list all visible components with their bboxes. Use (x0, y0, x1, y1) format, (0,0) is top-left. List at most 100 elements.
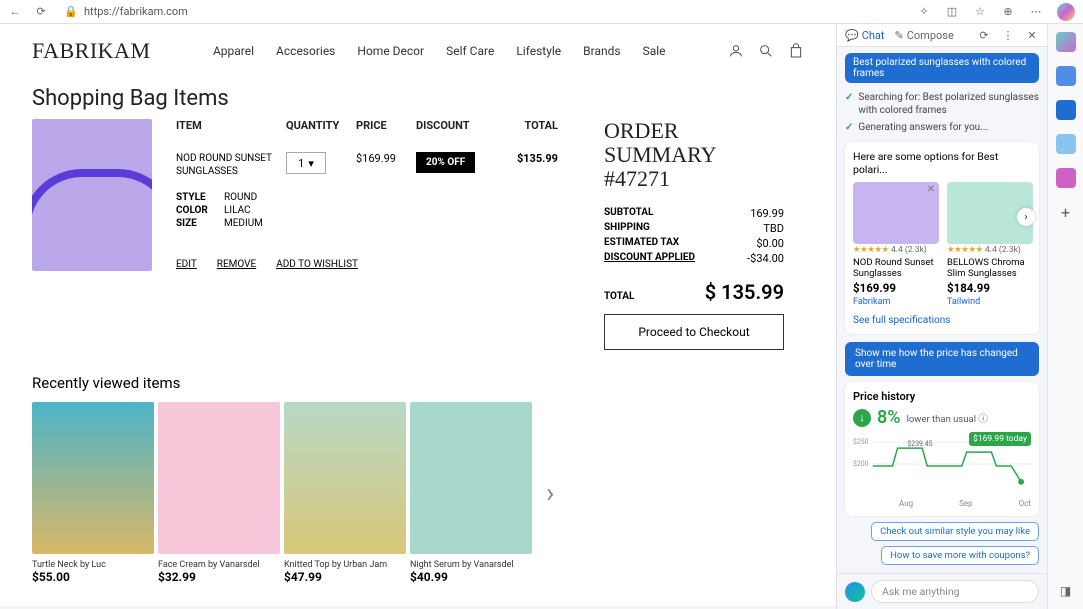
back-icon[interactable]: ← (8, 5, 22, 19)
shipping-label: SHIPPING (604, 222, 650, 235)
see-specs-link[interactable]: See full specifications (853, 315, 1031, 326)
user-message: Best polarized sunglasses with colored f… (845, 53, 1039, 83)
carousel-next-icon[interactable]: › (536, 476, 564, 509)
svg-text:$200: $200 (853, 460, 869, 468)
tag-icon[interactable] (1056, 66, 1076, 86)
more-icon[interactable]: ⋮ (1001, 28, 1015, 42)
discount-label: DISCOUNT APPLIED (604, 252, 695, 265)
cart-total: $135.99 (498, 152, 558, 165)
suggestion-chip[interactable]: Check out similar style you may like (871, 522, 1039, 541)
attr-style-v: ROUND (224, 192, 586, 203)
app-icon[interactable] (1056, 168, 1076, 188)
browser-toolbar: ← ⟳ 🔒 https://fabrikam.com ✧ ◫ ☆ ⊕ ⋯ (0, 0, 1083, 24)
check-icon: ✓ (845, 91, 853, 117)
col-item: ITEM (176, 119, 286, 132)
account-icon[interactable] (728, 43, 744, 59)
subtotal-label: SUBTOTAL (604, 207, 653, 220)
app-icon[interactable] (1056, 134, 1076, 154)
tab-chat[interactable]: 💬 Chat (845, 29, 885, 42)
price-history-card: Price history ↓ 8% lower than usual ⓘ $1… (845, 382, 1039, 516)
price-history-title: Price history (853, 390, 1031, 403)
ask-input[interactable]: Ask me anything (871, 580, 1039, 603)
shipping-value: TBD (763, 222, 784, 235)
attr-size-v: MEDIUM (224, 218, 586, 229)
copilot-sidebar: 💬 Chat ✎ Compose ⟳ ⋮ ✕ Best polarized su… (836, 24, 1047, 609)
recent-item[interactable]: Night Serum by Vanarsdel $40.99 (410, 402, 532, 584)
star-icon: ★★★★★ (947, 245, 983, 255)
recent-item[interactable]: Knitted Top by Urban Jam $47.99 (284, 402, 406, 584)
remove-link[interactable]: REMOVE (217, 259, 256, 270)
recent-image (32, 402, 154, 554)
close-icon[interactable]: ✕ (927, 184, 935, 195)
outlook-icon[interactable] (1056, 100, 1076, 120)
recent-image (158, 402, 280, 554)
more-icon[interactable]: ⋯ (1029, 5, 1043, 19)
favorites-icon[interactable]: ☆ (973, 5, 987, 19)
total-value: $ 135.99 (705, 280, 784, 304)
today-badge: $169.99 today (969, 432, 1031, 446)
copilot-icon[interactable] (1057, 3, 1075, 21)
nav-lifestyle[interactable]: Lifestyle (516, 44, 561, 58)
nav-apparel[interactable]: Apparel (213, 44, 254, 58)
discount-badge: 20% OFF (416, 152, 475, 173)
refresh-icon[interactable]: ⟳ (977, 28, 991, 42)
shopping-assist-icon[interactable]: ✧ (917, 5, 931, 19)
copilot-icon[interactable] (1056, 32, 1076, 52)
product-image (32, 119, 152, 271)
nav-accesories[interactable]: Accesories (276, 44, 335, 58)
price-history-button[interactable]: Show me how the price has changed over t… (845, 342, 1039, 376)
col-total: TOTAL (498, 119, 558, 132)
nav-home-decor[interactable]: Home Decor (357, 44, 424, 58)
recent-item[interactable]: Face Cream by Vanarsdel $32.99 (158, 402, 280, 584)
attr-size-k: SIZE (176, 218, 224, 229)
discount-value: -$34.00 (747, 252, 784, 265)
star-icon: ★★★★★ (853, 245, 889, 255)
tax-value: $0.00 (756, 237, 784, 250)
refresh-icon[interactable]: ⟳ (34, 5, 48, 19)
bag-icon[interactable] (788, 43, 804, 59)
subtotal-value: 169.99 (750, 207, 784, 220)
col-price: PRICE (356, 119, 416, 132)
edit-link[interactable]: EDIT (176, 259, 197, 270)
pct-value: 8% (877, 407, 901, 428)
tab-compose[interactable]: ✎ Compose (895, 29, 954, 42)
product-card[interactable]: ✕ ★★★★★ 4.4 (2.3k) NOD Round Sunset Sung… (853, 182, 939, 307)
attr-color-v: LILAC (224, 205, 586, 216)
page-content: FABRIKAM Apparel Accesories Home Decor S… (0, 24, 836, 609)
svg-text:$250: $250 (853, 438, 869, 446)
recent-image (410, 402, 532, 554)
product-card[interactable]: ★★★★★ 4.4 (2.3k) BELLOWS Chroma Slim Sun… (947, 182, 1033, 307)
total-label: TOTAL (604, 291, 634, 302)
search-icon[interactable] (758, 43, 774, 59)
nav-sale[interactable]: Sale (643, 44, 666, 58)
main-nav: Apparel Accesories Home Decor Self Care … (181, 44, 698, 58)
product-thumb: ✕ (853, 182, 939, 244)
carousel-next-icon[interactable]: › (1017, 208, 1035, 226)
address-bar[interactable]: 🔒 https://fabrikam.com (58, 3, 907, 21)
url-text: https://fabrikam.com (84, 5, 188, 18)
attr-color-k: COLOR (176, 205, 224, 216)
recent-item[interactable]: Turtle Neck by Luc $55.00 (32, 402, 154, 584)
nav-self-care[interactable]: Self Care (446, 44, 494, 58)
order-summary: ORDER SUMMARY #47271 SUBTOTAL 169.99 SHIP… (604, 119, 804, 350)
add-icon[interactable]: + (1056, 202, 1076, 222)
quantity-select[interactable]: 1 ▾ (286, 152, 326, 174)
split-icon[interactable]: ◫ (945, 5, 959, 19)
recent-title: Recently viewed items (32, 374, 804, 392)
nav-brands[interactable]: Brands (583, 44, 620, 58)
checkout-button[interactable]: Proceed to Checkout (604, 314, 784, 350)
pct-sub: lower than usual ⓘ (907, 411, 988, 425)
logo[interactable]: FABRIKAM (32, 38, 151, 64)
wishlist-link[interactable]: ADD TO WISHLIST (276, 259, 358, 270)
suggestion-chip[interactable]: How to save more with coupons? (881, 546, 1039, 565)
status-generating: Generating answers for you... (858, 121, 988, 134)
page-title: Shopping Bag Items (0, 78, 836, 119)
attr-style-k: STYLE (176, 192, 224, 203)
col-discount: DISCOUNT (416, 119, 498, 132)
svg-text:$239.45: $239.45 (907, 440, 932, 448)
dock-icon[interactable]: ◨ (1056, 581, 1076, 601)
summary-title: ORDER SUMMARY #47271 (604, 119, 784, 192)
collections-icon[interactable]: ⊕ (1001, 5, 1015, 19)
close-icon[interactable]: ✕ (1025, 28, 1039, 42)
cart-price: $169.99 (356, 152, 416, 165)
